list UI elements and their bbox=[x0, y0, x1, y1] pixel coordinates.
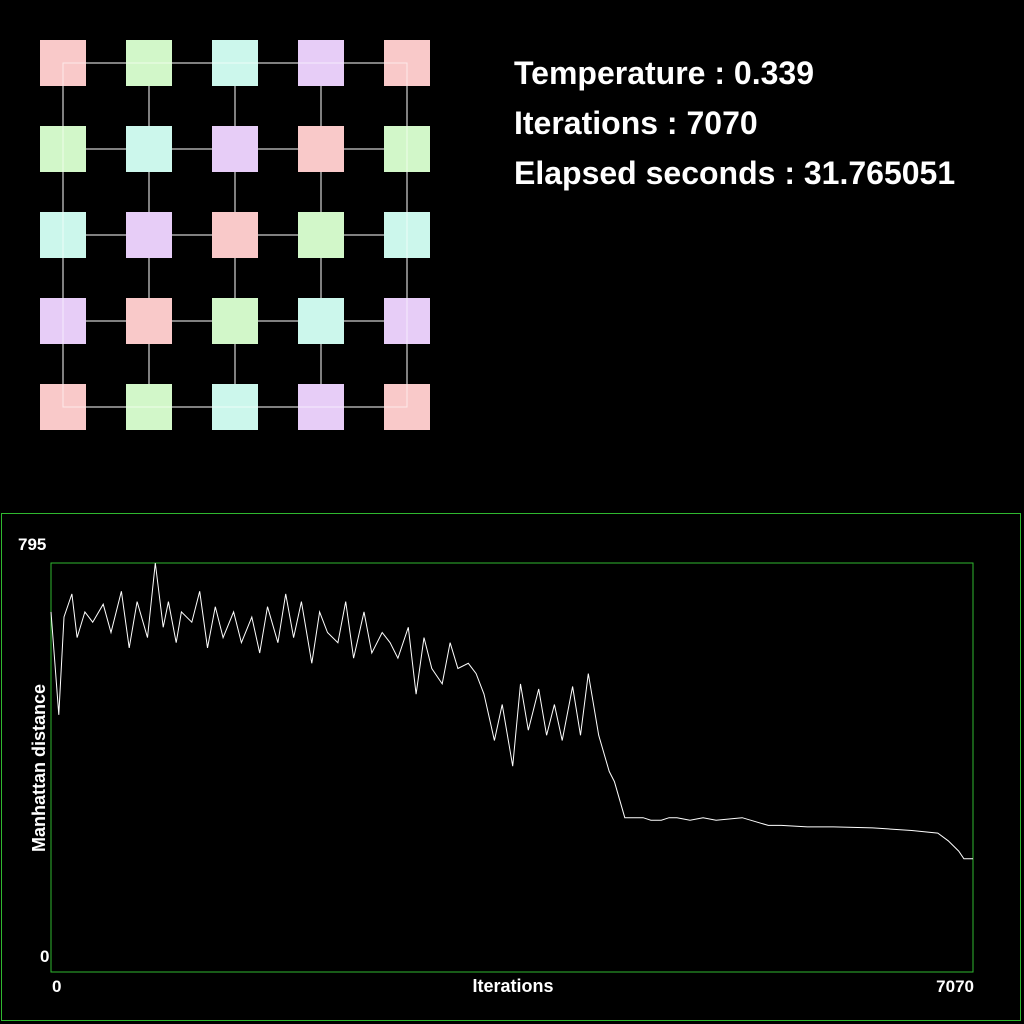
temperature-readout: Temperature : 0.339 bbox=[514, 55, 814, 91]
x-tick-min: 0 bbox=[52, 977, 61, 996]
distance-chart: 795 0 0 7070 Iterations Manhattan distan… bbox=[18, 535, 974, 996]
grid-cell bbox=[298, 298, 344, 344]
stats-panel: Temperature : 0.339 Iterations : 7070 El… bbox=[514, 48, 955, 198]
chart-panel: 795 0 0 7070 Iterations Manhattan distan… bbox=[1, 513, 1021, 1021]
grid-cell bbox=[126, 212, 172, 258]
x-axis-label: Iterations bbox=[472, 976, 553, 996]
grid-cell bbox=[298, 212, 344, 258]
y-axis-label: Manhattan distance bbox=[29, 684, 49, 852]
plot-area-frame bbox=[50, 562, 974, 973]
grid-cell bbox=[126, 298, 172, 344]
grid-cell bbox=[126, 126, 172, 172]
iterations-readout: Iterations : 7070 bbox=[514, 105, 758, 141]
y-tick-min: 0 bbox=[40, 947, 49, 966]
series-line bbox=[50, 562, 973, 860]
grid-cell bbox=[298, 126, 344, 172]
grid-board bbox=[40, 40, 430, 430]
grid-cell bbox=[212, 212, 258, 258]
grid-cell bbox=[212, 126, 258, 172]
elapsed-seconds-readout: Elapsed seconds : 31.765051 bbox=[514, 155, 956, 191]
x-tick-max: 7070 bbox=[936, 977, 974, 996]
y-tick-max: 795 bbox=[18, 535, 46, 554]
grid-cell bbox=[212, 298, 258, 344]
